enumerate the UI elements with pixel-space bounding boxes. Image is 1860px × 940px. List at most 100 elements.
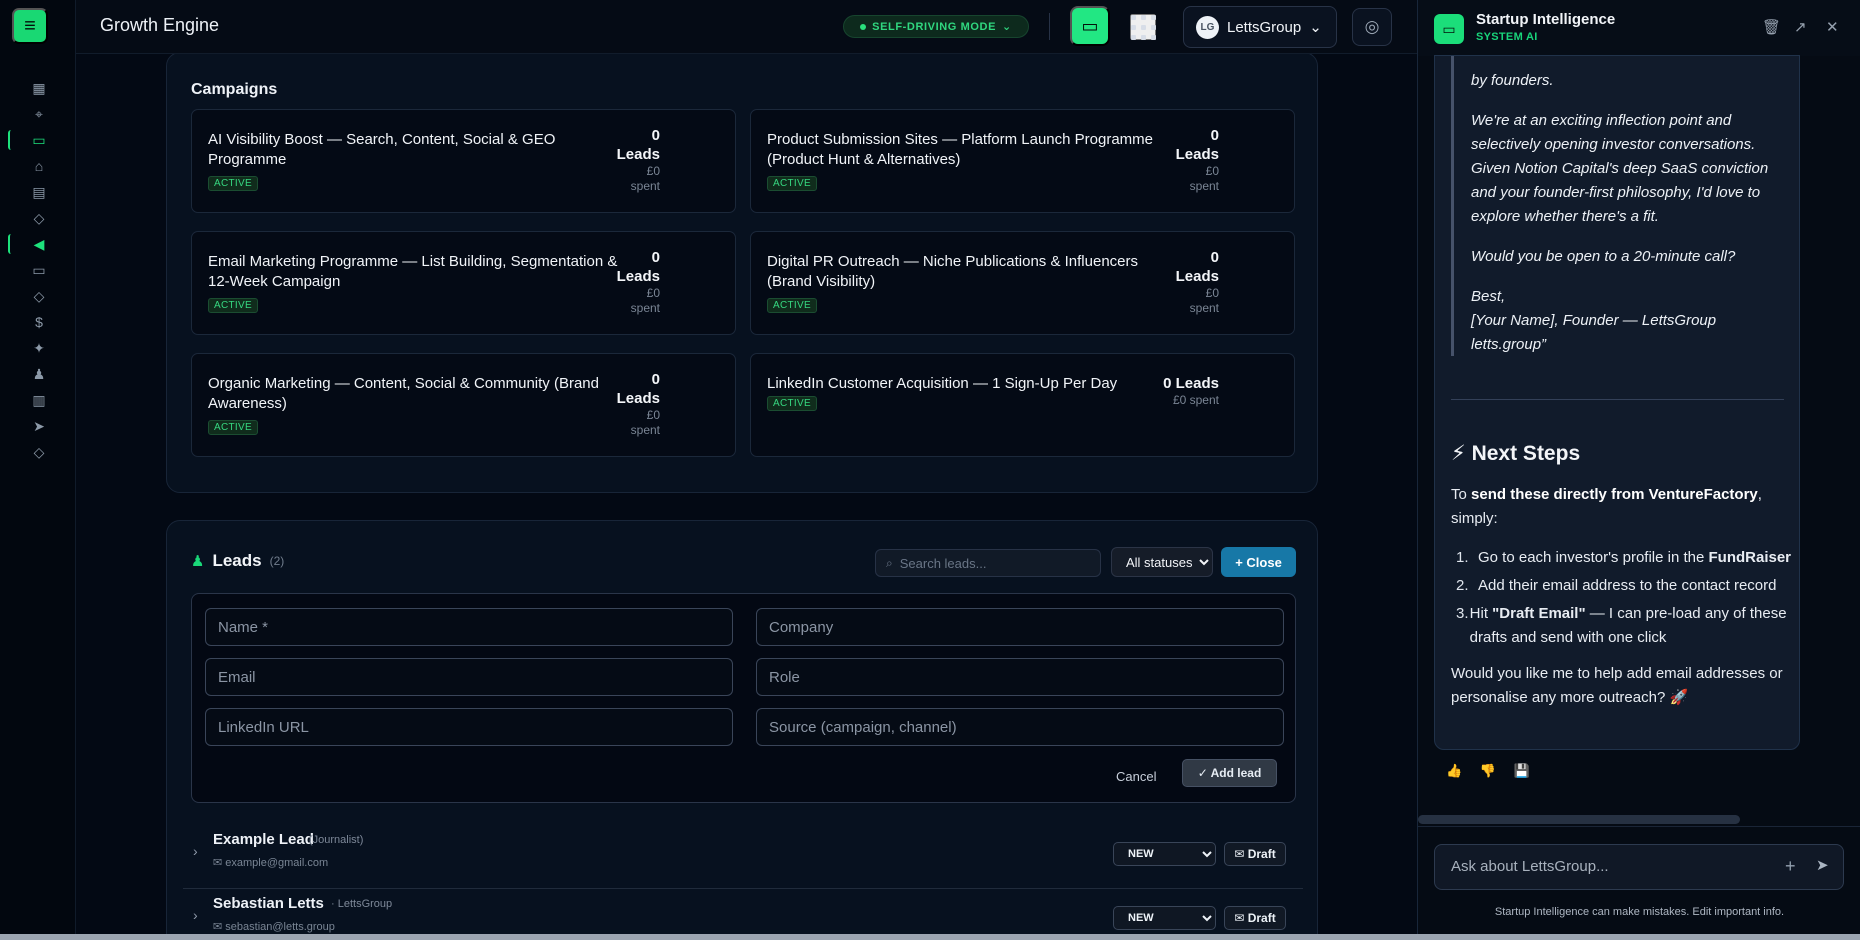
quote-signoff: Best, [Your Name], Founder — LettsGroup … xyxy=(1471,285,1791,357)
assistant-message-input[interactable] xyxy=(1451,858,1751,875)
draft-button[interactable]: ✉ Draft xyxy=(1224,842,1286,866)
leads-search[interactable]: ⌕ xyxy=(875,549,1101,577)
assistant-input-area: + ➤ Startup Intelligence can make mistak… xyxy=(1418,826,1860,940)
check-icon: ✓ xyxy=(1197,766,1208,780)
company-field[interactable] xyxy=(756,608,1284,646)
menu-icon[interactable]: ≡ xyxy=(12,8,48,44)
horizontal-scrollbar[interactable] xyxy=(1418,815,1740,824)
spent-value: £0 xyxy=(1205,286,1219,300)
add-lead-label: Add lead xyxy=(1210,766,1262,780)
active-nav-indicator xyxy=(8,130,14,150)
chevron-right-icon[interactable]: › xyxy=(193,843,198,859)
shield-icon[interactable]: ◇ xyxy=(29,286,49,306)
campaign-stats: 0 Leads £0 spent xyxy=(617,248,660,316)
expand-icon[interactable]: ↗ xyxy=(1794,18,1807,36)
lead-status-select[interactable]: NEW xyxy=(1113,842,1216,866)
search-input[interactable] xyxy=(899,555,1080,571)
chat-button[interactable]: ▭ xyxy=(1070,6,1110,46)
cancel-button[interactable]: Cancel xyxy=(1116,769,1156,784)
campaign-name: LinkedIn Customer Acquisition — 1 Sign-U… xyxy=(767,375,1118,392)
page-title: Growth Engine xyxy=(100,15,220,35)
dollar-icon[interactable]: $ xyxy=(29,312,49,332)
close-icon[interactable]: ✕ xyxy=(1826,18,1839,36)
self-driving-mode-toggle[interactable]: SELF-DRIVING MODE ⌄ xyxy=(843,15,1029,38)
role-field[interactable] xyxy=(756,658,1284,696)
leads-header: ♟ Leads (2) xyxy=(191,551,284,571)
users-icon[interactable]: ♟ xyxy=(29,364,49,384)
name-field[interactable] xyxy=(205,608,733,646)
close-label: Close xyxy=(1246,554,1282,570)
campaign-card[interactable]: Digital PR Outreach — Niche Publications… xyxy=(750,231,1295,335)
linkedin-url-field[interactable] xyxy=(205,708,733,746)
campaign-card[interactable]: Organic Marketing — Content, Social & Co… xyxy=(191,353,736,457)
campaign-card[interactable]: AI Visibility Boost — Search, Content, S… xyxy=(191,109,736,213)
add-lead-form: Cancel ✓ Add lead xyxy=(191,593,1296,803)
lead-row[interactable]: › Sebastian Letts · LettsGroup ✉ sebasti… xyxy=(183,888,1303,940)
lead-label: Leads xyxy=(1175,268,1219,285)
draft-button[interactable]: ✉ Draft xyxy=(1224,906,1286,930)
close-form-button[interactable]: + Close xyxy=(1221,547,1296,577)
sidebar-nav: ≡ ▦ ⌖ ▭ ⌂ ▤ ◇ ◀ ▭ ◇ $ ✦ ♟ ▥ ➤ ◇ xyxy=(0,0,76,940)
status-filter[interactable]: All statuses xyxy=(1111,547,1213,577)
profile-button[interactable]: ◎ xyxy=(1352,8,1392,46)
document-icon[interactable]: ▤ xyxy=(29,182,49,202)
mode-label: SELF-DRIVING MODE xyxy=(872,20,997,33)
spent-value: £0 xyxy=(1205,164,1219,178)
campaign-name: Digital PR Outreach — Niche Publications… xyxy=(767,253,1139,290)
campaign-stats: 0 Leads £0 spent xyxy=(617,126,660,194)
trash-icon[interactable]: 🗑 xyxy=(1762,18,1781,36)
chevron-right-icon[interactable]: › xyxy=(193,907,198,923)
organization-switcher[interactable]: LG LettsGroup ⌄ xyxy=(1183,6,1337,48)
spent-label: spent xyxy=(1189,179,1219,193)
campaign-stats: 0 Leads £0 spent xyxy=(617,370,660,438)
next-steps-heading: ⚡ Next Steps xyxy=(1451,442,1581,465)
spent-label: spent xyxy=(630,423,660,437)
spent-label: spent xyxy=(630,301,660,315)
dashboard-icon[interactable]: ▦ xyxy=(29,78,49,98)
intro-prefix: To xyxy=(1451,486,1467,503)
megaphone-icon[interactable]: ◀ xyxy=(29,234,49,254)
step-text: Hit xyxy=(1469,605,1488,622)
thumbs-down-icon[interactable]: 👎 xyxy=(1480,763,1496,778)
campaign-card[interactable]: Email Marketing Programme — List Buildin… xyxy=(191,231,736,335)
sparkle-icon[interactable]: ✦ xyxy=(29,338,49,358)
spent-value: £0 xyxy=(646,164,660,178)
leads-count: (2) xyxy=(269,554,285,568)
lead-status-select[interactable]: NEW xyxy=(1113,906,1216,930)
window-bottom-edge xyxy=(0,934,1860,940)
save-icon[interactable]: 💾 xyxy=(1514,763,1530,778)
intro-strong: send these directly from VentureFactory xyxy=(1471,486,1758,503)
source-field[interactable] xyxy=(756,708,1284,746)
add-attachment-icon[interactable]: + xyxy=(1785,856,1796,877)
campaign-name: Email Marketing Programme — List Buildin… xyxy=(208,253,618,290)
campaign-card[interactable]: Product Submission Sites — Platform Laun… xyxy=(750,109,1295,213)
user-icon: ◎ xyxy=(1364,17,1380,36)
thumbs-up-icon[interactable]: 👍 xyxy=(1446,763,1462,778)
campaign-card[interactable]: LinkedIn Customer Acquisition — 1 Sign-U… xyxy=(750,353,1295,457)
send-icon[interactable]: ➤ xyxy=(1816,856,1829,874)
apps-grid-button[interactable] xyxy=(1130,14,1156,40)
assistant-title: Startup Intelligence xyxy=(1476,11,1616,28)
rocket-icon[interactable]: ⌖ xyxy=(29,104,49,124)
lead-meta: (Journalist) xyxy=(309,834,364,846)
campaigns-panel: Campaigns AI Visibility Boost — Search, … xyxy=(166,54,1318,493)
message-icon[interactable]: ▭ xyxy=(29,130,49,150)
assistant-chat-icon: ▭ xyxy=(1434,14,1464,44)
status-badge: ACTIVE xyxy=(208,176,258,191)
lead-email: ✉ example@gmail.com xyxy=(213,856,328,869)
send-icon[interactable]: ➤ xyxy=(29,416,49,436)
shield-check-icon[interactable]: ◇ xyxy=(29,442,49,462)
lead-row[interactable]: › Example Lead (Journalist) ✉ example@gm… xyxy=(183,824,1303,888)
quote-line: by founders. xyxy=(1471,72,1554,89)
lock-icon[interactable]: ⌂ xyxy=(29,156,49,176)
cube-icon[interactable]: ◇ xyxy=(29,208,49,228)
campaign-stats: 0 Leads £0 spent xyxy=(1176,126,1219,194)
step-strong: "Draft Email" xyxy=(1492,605,1586,622)
step-item: 2. Add their email address to the contact… xyxy=(1451,574,1791,598)
book-icon[interactable]: ▥ xyxy=(29,390,49,410)
lead-label: Leads xyxy=(616,146,660,163)
add-lead-button[interactable]: ✓ Add lead xyxy=(1182,759,1277,787)
email-field[interactable] xyxy=(205,658,733,696)
mail-icon: ✉ xyxy=(1234,911,1245,925)
card-icon[interactable]: ▭ xyxy=(29,260,49,280)
